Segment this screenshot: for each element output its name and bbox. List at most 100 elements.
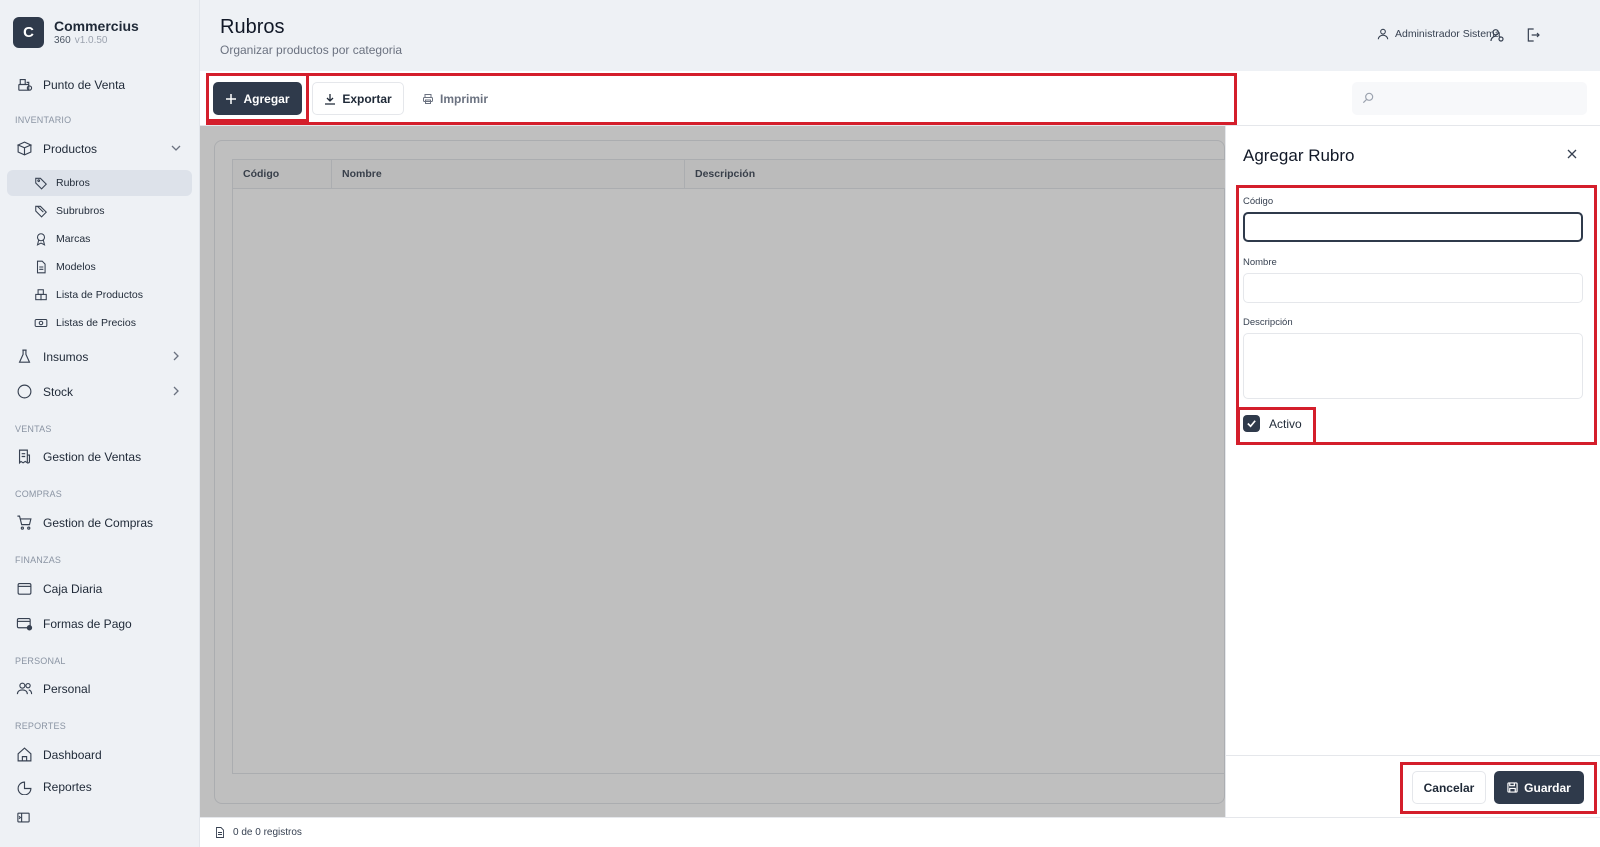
sidebar-item-label: Stock	[43, 384, 74, 399]
sidebar-subitem-label: Modelos	[56, 261, 96, 273]
logout-icon[interactable]	[1525, 27, 1541, 43]
modal-backdrop[interactable]	[200, 126, 1225, 817]
sidebar-item-label: Dashboard	[43, 747, 102, 762]
sidebar-subitem-listas-precios[interactable]: Listas de Precios	[7, 310, 192, 336]
document-icon	[216, 827, 224, 838]
download-icon	[325, 93, 336, 105]
sidebar-item-dashboard[interactable]: Dashboard	[8, 741, 192, 768]
section-reportes: REPORTES	[15, 721, 66, 731]
footer: 0 de 0 registros	[200, 817, 1600, 847]
plus-icon	[226, 93, 237, 104]
sidebar-item-personal[interactable]: Personal	[8, 675, 192, 702]
file-icon	[36, 260, 46, 274]
section-personal: PERSONAL	[15, 656, 66, 666]
save-button[interactable]: Guardar	[1494, 771, 1584, 804]
sidebar-subitem-lista-productos[interactable]: Lista de Productos	[7, 282, 192, 308]
sidebar-item-punto-de-venta[interactable]: Punto de Venta	[8, 71, 192, 98]
section-ventas: VENTAS	[15, 424, 52, 434]
activo-label: Activo	[1269, 416, 1302, 431]
toolbar: Agregar Exportar Imprimir	[200, 71, 1600, 126]
drawer-footer: Cancelar Guardar	[1226, 755, 1600, 817]
cart-icon	[17, 515, 32, 530]
record-count: 0 de 0 registros	[233, 827, 302, 838]
chart-pie-icon	[17, 781, 32, 795]
chevron-right-icon	[173, 386, 179, 396]
chevron-down-icon	[171, 145, 181, 151]
sidebar-item-label: Gestion de Compras	[43, 515, 154, 530]
sidebar-item-label: Insumos	[43, 349, 89, 364]
sidebar-item-gestion-compras[interactable]: Gestion de Compras	[8, 509, 192, 536]
brand: C Commercius 360 v1.0.50	[13, 17, 139, 48]
codigo-label: Código	[1243, 196, 1274, 207]
receipt-icon	[18, 449, 31, 465]
sidebar-item-label: Gestion de Ventas	[43, 449, 142, 464]
page-header: Rubros Organizar productos por categoria…	[200, 0, 1600, 71]
sidebar-item-label: Formas de Pago	[43, 616, 132, 631]
sidebar-collapse-icon[interactable]	[16, 810, 31, 825]
page-title: Rubros	[220, 16, 285, 38]
sidebar-item-productos[interactable]: Productos	[8, 135, 192, 162]
section-compras: COMPRAS	[15, 489, 62, 499]
user-name: Administrador Sistema	[1395, 28, 1501, 40]
chevron-right-icon	[173, 351, 179, 361]
sidebar-item-label: Punto de Venta	[43, 77, 126, 92]
brand-logo: C	[13, 17, 44, 48]
home-icon	[17, 747, 32, 762]
user-settings-icon[interactable]	[1489, 27, 1505, 43]
sidebar-item-formas-pago[interactable]: Formas de Pago	[8, 610, 192, 637]
sidebar-item-reportes[interactable]: Reportes	[8, 775, 192, 795]
section-finanzas: FINANZAS	[15, 555, 62, 565]
sidebar-item-stock[interactable]: Stock	[8, 378, 192, 405]
search-icon	[1362, 92, 1374, 104]
boxes-icon	[35, 289, 47, 301]
sidebar-item-caja-diaria[interactable]: Caja Diaria	[8, 575, 192, 602]
circle-icon	[17, 384, 32, 399]
box-icon	[16, 141, 33, 156]
sidebar-item-label: Reportes	[43, 780, 92, 794]
sidebar-subitem-subrubros[interactable]: Subrubros	[7, 198, 192, 224]
sidebar: C Commercius 360 v1.0.50 Punto de Venta I…	[0, 0, 200, 847]
print-button[interactable]: Imprimir	[415, 82, 495, 115]
users-icon	[16, 682, 33, 695]
credit-card-icon	[16, 617, 33, 631]
export-button-label: Exportar	[342, 91, 392, 106]
sidebar-item-label: Personal	[43, 681, 91, 696]
sidebar-item-insumos[interactable]: Insumos	[8, 343, 192, 370]
banknote-icon	[34, 318, 48, 328]
sidebar-subitem-label: Rubros	[56, 177, 90, 189]
printer-icon	[422, 93, 433, 104]
add-button[interactable]: Agregar	[213, 82, 302, 115]
flask-icon	[18, 349, 31, 363]
drawer-title: Agregar Rubro	[1243, 146, 1355, 165]
brand-name: Commercius	[54, 18, 139, 34]
check-icon	[1247, 420, 1256, 428]
brand-sub: 360	[54, 35, 71, 46]
award-icon	[36, 233, 46, 246]
page-subtitle: Organizar productos por categoria	[220, 43, 403, 57]
cash-register-icon	[18, 78, 33, 91]
export-button[interactable]: Exportar	[312, 82, 404, 115]
add-rubro-drawer: Agregar Rubro Código Nombre Descripción …	[1225, 126, 1600, 817]
sidebar-subitem-label: Marcas	[56, 233, 91, 245]
tags-icon	[35, 205, 47, 218]
sidebar-subitem-rubros[interactable]: Rubros	[7, 170, 192, 196]
tag-icon	[35, 177, 47, 190]
activo-row: Activo	[1243, 415, 1302, 432]
search-input[interactable]	[1352, 82, 1587, 115]
section-inventario: INVENTARIO	[15, 115, 72, 125]
sidebar-subitem-marcas[interactable]: Marcas	[7, 226, 192, 252]
descripcion-field[interactable]	[1243, 333, 1583, 399]
sidebar-item-label: Productos	[43, 141, 98, 156]
sidebar-subitem-modelos[interactable]: Modelos	[7, 254, 192, 280]
sidebar-item-gestion-ventas[interactable]: Gestion de Ventas	[8, 443, 192, 470]
print-button-label: Imprimir	[439, 91, 488, 106]
save-button-label: Guardar	[1524, 780, 1571, 795]
user-menu[interactable]: Administrador Sistema	[1376, 27, 1501, 41]
codigo-field[interactable]	[1243, 212, 1583, 242]
nombre-field[interactable]	[1243, 273, 1583, 303]
close-icon[interactable]	[1566, 148, 1578, 160]
sidebar-item-label: Caja Diaria	[43, 581, 103, 596]
activo-checkbox[interactable]	[1243, 415, 1260, 432]
nombre-label: Nombre	[1243, 257, 1277, 268]
cancel-button[interactable]: Cancelar	[1412, 771, 1486, 804]
